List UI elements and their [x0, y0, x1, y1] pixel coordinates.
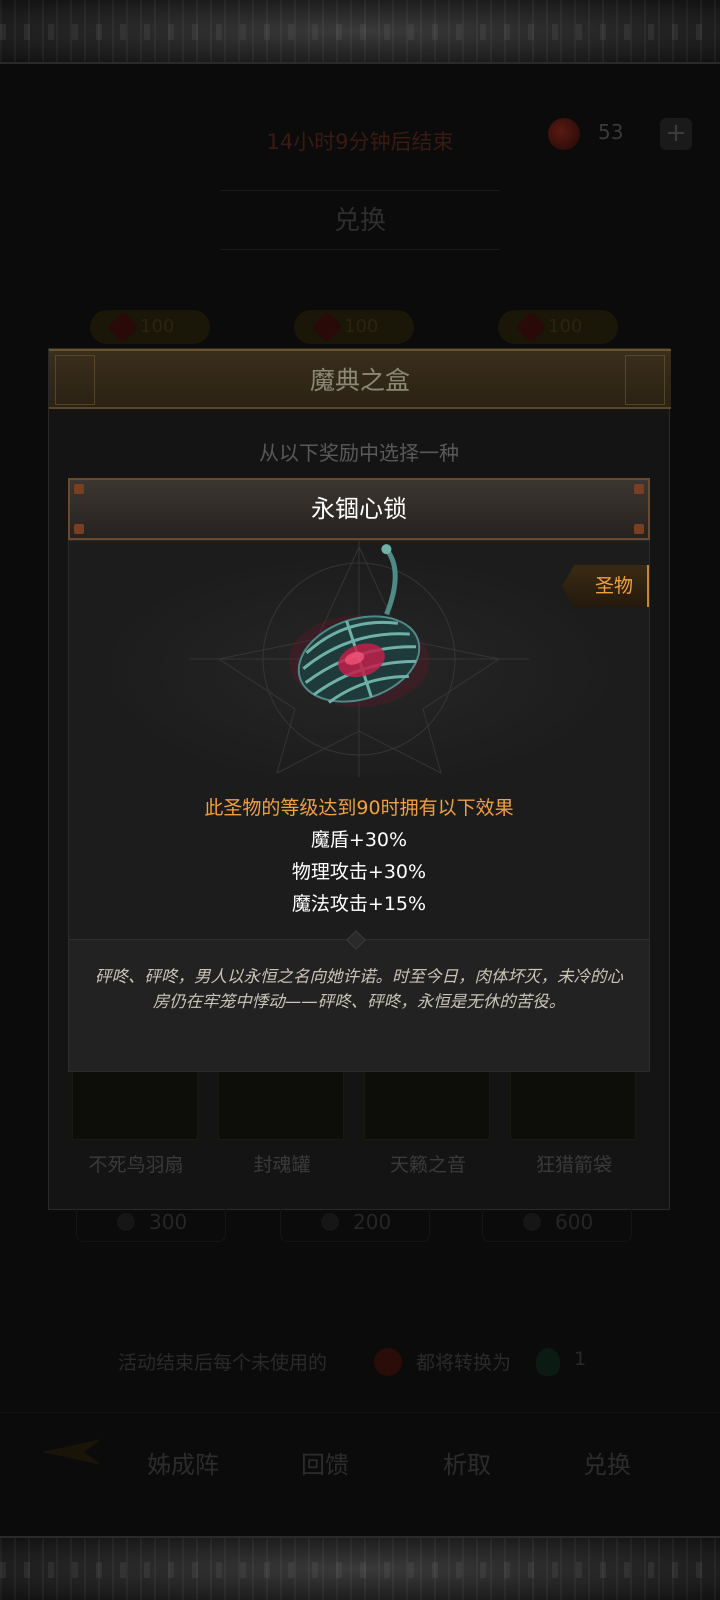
nav-tab[interactable]: 回馈	[270, 1445, 380, 1480]
item-name: 永锢心锁	[311, 495, 407, 523]
nav-tab[interactable]: 析取	[412, 1445, 522, 1480]
nav-tab[interactable]: 兑换	[552, 1445, 662, 1480]
grimoire-box-title: 魔典之盒	[309, 366, 410, 395]
price-tag: 100	[294, 310, 414, 344]
currency-gem-icon	[548, 118, 580, 150]
item-detail-header: 永锢心锁	[68, 478, 650, 540]
effect-line: 魔盾+30%	[310, 829, 408, 851]
price-row: 100 100 100	[90, 310, 650, 344]
heart-cage-relic-icon	[189, 541, 529, 777]
grimoire-token-icon	[311, 311, 343, 343]
item-detail-popup: 永锢心锁 圣物 此圣物的等级达到90时拥有以下效果 魔盾+30% 物理攻击+30…	[68, 478, 650, 1072]
bottom-ornament-frame	[0, 1536, 720, 1600]
back-arrow-icon[interactable]	[42, 1427, 118, 1477]
reward-card-label: 不死鸟羽扇	[88, 1154, 184, 1176]
price-tag: 100	[498, 310, 618, 344]
conversion-notice: 活动结束后每个未使用的 都将转换为 1	[118, 1348, 587, 1376]
grimoire-token-icon	[107, 311, 139, 343]
lore-panel: 砰咚、砰咚，男人以永恒之名向她许诺。时至今日，肉体坏灭，未冷的心房仍在牢笼中悸动…	[69, 930, 649, 1071]
nav-tab[interactable]: 姊成阵	[128, 1445, 238, 1480]
reward-card-label: 天籁之音	[389, 1154, 466, 1176]
price-tag: 100	[90, 310, 210, 344]
reward-cost: 200	[280, 1202, 430, 1242]
reward-card-label: 封魂罐	[253, 1154, 311, 1176]
lore-text: 砰咚、砰咚，男人以永恒之名向她许诺。时至今日，肉体坏灭，未冷的心房仍在牢笼中悸动…	[95, 967, 623, 1011]
exchange-section-title: 兑换	[220, 190, 500, 250]
category-label: 圣物	[594, 575, 633, 597]
grimoire-box-header: 魔典之盒	[49, 349, 671, 409]
grimoire-token-icon	[515, 311, 547, 343]
reward-cost: 300	[76, 1202, 226, 1242]
reward-card-label: 狂猎箭袋	[535, 1154, 612, 1176]
green-crystal-icon	[536, 1348, 560, 1376]
effect-condition: 此圣物的等级达到90时拥有以下效果	[204, 797, 514, 819]
red-gem-icon	[374, 1348, 402, 1376]
category-tag: 圣物	[562, 565, 649, 607]
top-ornament-frame	[0, 0, 720, 64]
token-icon	[321, 1213, 339, 1231]
token-icon	[117, 1213, 135, 1231]
effects-panel: 此圣物的等级达到90时拥有以下效果 魔盾+30% 物理攻击+30% 魔法攻击+1…	[69, 779, 649, 939]
item-artwork: 圣物	[69, 541, 649, 777]
currency-display: 53 +	[548, 116, 698, 152]
event-timer: 14小时9分钟后结束	[266, 130, 454, 154]
reward-cost: 600	[482, 1202, 632, 1242]
add-currency-button[interactable]: +	[660, 118, 692, 150]
token-icon	[523, 1213, 541, 1231]
item-detail-body: 圣物 此圣物的等级达到90时拥有以下效果 魔盾+30% 物理攻击+30% 魔法攻…	[68, 540, 650, 1072]
effect-line: 魔法攻击+15%	[291, 893, 427, 915]
effect-line: 物理攻击+30%	[291, 861, 427, 883]
choose-reward-subtitle: 从以下奖励中选择一种	[259, 441, 459, 465]
currency-count: 53	[598, 120, 624, 144]
